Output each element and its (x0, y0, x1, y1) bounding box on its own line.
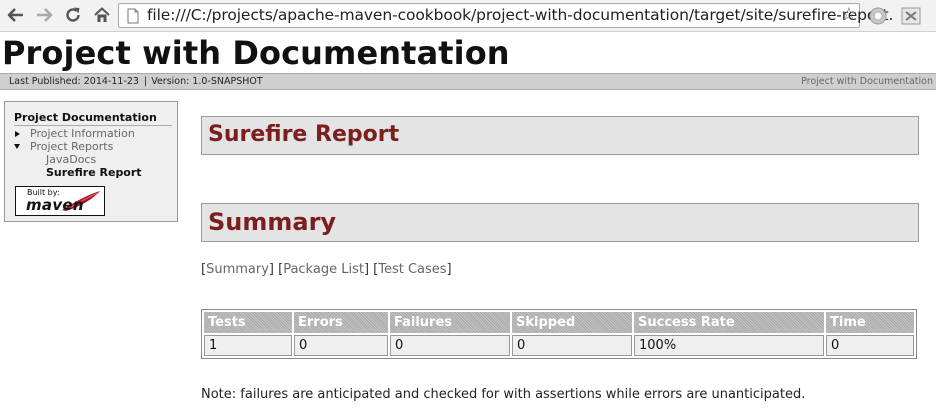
extension-button[interactable] (867, 5, 889, 27)
summary-link[interactable]: Summary (206, 262, 269, 277)
reload-icon (66, 7, 80, 22)
nav-item-project-reports[interactable]: Project Reports (30, 140, 113, 153)
home-button[interactable] (90, 4, 114, 26)
site-banner-title: Project with Documentation (2, 34, 510, 72)
table-header: Time (826, 312, 914, 333)
summary-title-box: Summary (201, 203, 919, 242)
arrow-left-icon (7, 8, 23, 22)
version-label: Version: 1.0-SNAPSHOT (151, 76, 263, 87)
table-cell: 100% (634, 335, 824, 356)
address-bar[interactable]: file:///C:/projects/apache-maven-cookboo… (118, 3, 893, 28)
url-text: file:///C:/projects/apache-maven-cookboo… (147, 6, 894, 24)
project-home-link[interactable]: Project with Documentation (801, 76, 933, 87)
table-cell: 0 (826, 335, 914, 356)
table-cell: 1 (204, 335, 292, 356)
nav-heading: Project Documentation (14, 111, 157, 124)
last-published: Last Published: 2014-11-23 (9, 76, 139, 87)
built-by-maven-badge[interactable]: Built by: maven (15, 186, 105, 216)
bracket-text: ] (446, 262, 452, 277)
table-header: Skipped (512, 312, 632, 333)
table-row: 1 0 0 0 100% 0 (204, 335, 914, 356)
nav-item-surefire-report: Surefire Report (46, 166, 142, 179)
back-button[interactable] (4, 4, 28, 26)
page-viewport: Project with Documentation Last Publishe… (0, 33, 936, 408)
bracket-text: ] [ (268, 262, 284, 277)
nav-item-javadocs[interactable]: JavaDocs (46, 153, 96, 166)
table-cell: 0 (390, 335, 510, 356)
nav-item-project-information[interactable]: Project Information (30, 127, 135, 140)
shield-icon (869, 7, 887, 25)
table-header: Failures (390, 312, 510, 333)
breadcrumb-separator: | (143, 76, 148, 87)
section-links: [Summary] [Package List] [Test Cases] (201, 262, 452, 277)
table-cell: 0 (512, 335, 632, 356)
report-title: Surefire Report (208, 122, 400, 147)
bracket-text: ] [ (363, 262, 379, 277)
home-icon (94, 7, 110, 22)
package-list-link[interactable]: Package List (283, 262, 364, 277)
browser-toolbar: file:///C:/projects/apache-maven-cookboo… (0, 0, 936, 32)
note-text: Note: failures are anticipated and check… (201, 387, 806, 402)
report-title-box: Surefire Report (201, 116, 919, 155)
forward-button[interactable] (32, 4, 56, 26)
arrow-right-icon (37, 8, 53, 22)
nav-divider (14, 125, 172, 126)
test-cases-link[interactable]: Test Cases (378, 262, 446, 277)
collapsed-triangle-icon (15, 131, 20, 137)
table-header: Errors (294, 312, 388, 333)
table-cell: 0 (294, 335, 388, 356)
table-header: Success Rate (634, 312, 824, 333)
star-icon[interactable]: ☆ (841, 5, 857, 25)
summary-title: Summary (208, 208, 337, 236)
table-header: Tests (204, 312, 292, 333)
breadcrumb-bar: Last Published: 2014-11-23 | Version: 1.0-… (0, 73, 936, 90)
wrench-icon (901, 7, 921, 25)
expanded-triangle-icon (14, 144, 20, 149)
table-header-row: Tests Errors Failures Skipped Success Ra… (204, 312, 914, 333)
summary-table: Tests Errors Failures Skipped Success Ra… (201, 309, 917, 359)
menu-button[interactable] (900, 5, 922, 27)
page-icon (127, 8, 139, 24)
badge-maven-text: maven (26, 196, 84, 214)
reload-button[interactable] (61, 4, 85, 26)
left-navigation: Project Documentation Project Informatio… (4, 101, 178, 222)
